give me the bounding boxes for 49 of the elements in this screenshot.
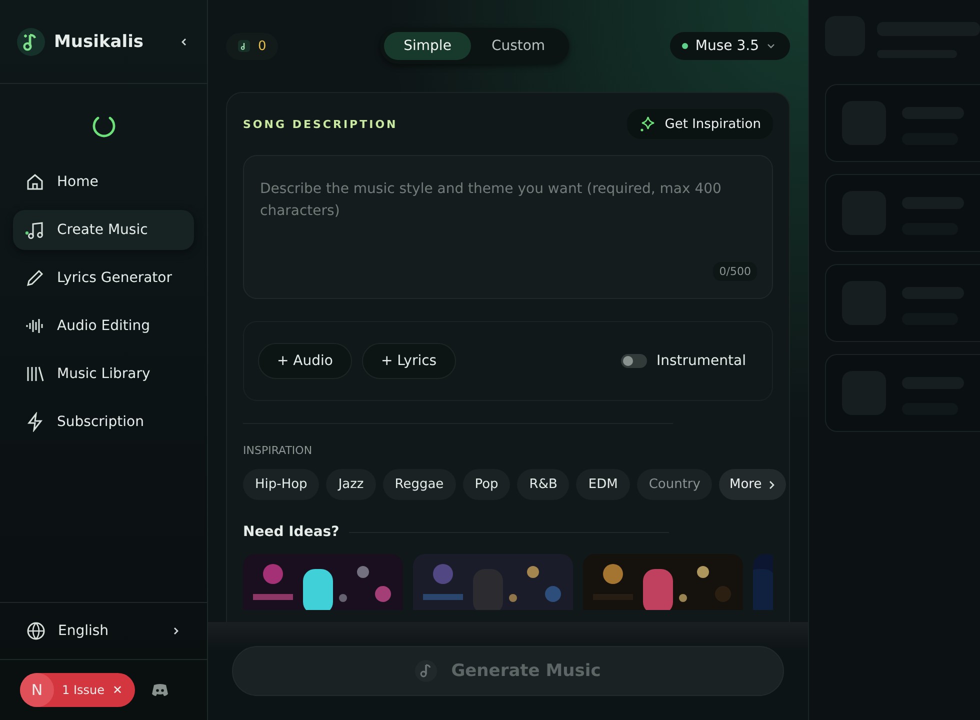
credit-count: 0 xyxy=(258,38,266,54)
chevron-down-icon xyxy=(766,41,776,51)
more-button[interactable]: More xyxy=(719,469,786,500)
music-note-icon xyxy=(238,40,250,52)
logo-icon xyxy=(16,26,46,56)
nav-item[interactable]: Create Music xyxy=(13,210,194,250)
genre-chip[interactable]: Hip-Hop xyxy=(243,469,320,500)
chevron-right-icon xyxy=(768,480,776,490)
nav-item[interactable]: Music Library xyxy=(13,354,194,394)
add-button[interactable]: + Lyrics xyxy=(362,343,456,379)
avatar-letter: N xyxy=(20,673,54,707)
lightning-icon xyxy=(25,412,45,432)
music-note-icon xyxy=(25,220,45,240)
nav-item[interactable]: Audio Editing xyxy=(13,306,194,346)
section-title: SONG DESCRIPTION xyxy=(243,118,398,130)
section-title: INSPIRATION xyxy=(243,444,314,457)
sparkle-icon xyxy=(638,115,657,133)
issue-badge[interactable]: N 1 Issue ✕ xyxy=(20,673,135,707)
genre-chip[interactable]: Pop xyxy=(462,469,510,500)
section-title: Need Ideas? xyxy=(243,524,340,540)
add-button[interactable]: + Audio xyxy=(258,343,352,379)
genre-chip[interactable]: Reggae xyxy=(382,469,456,500)
pencil-icon xyxy=(25,268,45,288)
genre-chip[interactable]: Country xyxy=(636,469,712,500)
genre-chip[interactable]: EDM xyxy=(576,469,630,500)
home-icon xyxy=(25,172,45,192)
mode-tab[interactable]: Custom xyxy=(471,32,566,60)
issue-count: 1 Issue xyxy=(62,683,104,697)
genre-chip[interactable]: Jazz xyxy=(326,469,376,500)
chat-bubble-icon[interactable] xyxy=(150,683,169,697)
language-selector[interactable]: English xyxy=(14,613,193,649)
model-selector[interactable]: Muse 3.5 xyxy=(670,32,790,60)
character-counter: 0/500 xyxy=(713,262,757,281)
nav-item[interactable]: Home xyxy=(13,162,194,202)
instrumental-toggle[interactable] xyxy=(620,354,646,368)
mode-tab[interactable]: Simple xyxy=(384,32,472,60)
waveform-icon xyxy=(25,316,45,336)
status-dot xyxy=(682,43,688,49)
app-name: Musikalis xyxy=(54,32,145,52)
library-icon xyxy=(25,364,45,384)
chevron-right-icon xyxy=(171,626,181,636)
toggle-label: Instrumental xyxy=(656,353,746,369)
get-inspiration-button[interactable]: Get Inspiration xyxy=(626,109,773,139)
globe-icon xyxy=(26,621,46,641)
nav-item[interactable]: Subscription xyxy=(13,402,194,442)
music-note-icon xyxy=(415,660,438,682)
genre-chip[interactable]: R&B xyxy=(517,469,570,500)
close-icon[interactable]: ✕ xyxy=(112,683,123,697)
nav-item[interactable]: Lyrics Generator xyxy=(13,258,194,298)
